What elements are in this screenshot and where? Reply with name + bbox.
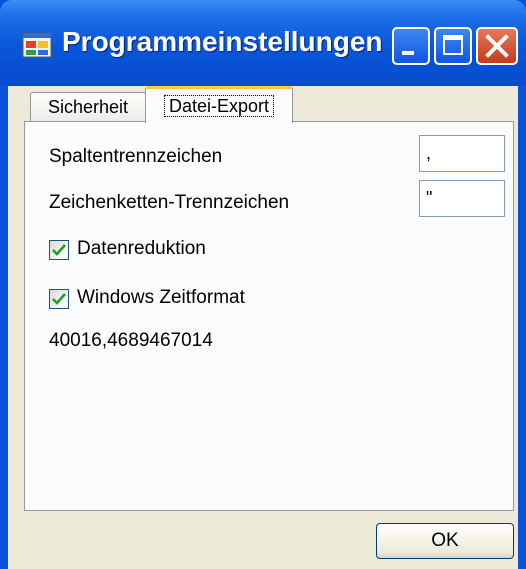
close-icon	[485, 34, 509, 58]
tab-label: Sicherheit	[47, 97, 129, 117]
tab-label: Datei-Export	[163, 95, 275, 117]
window-title: Programmeinstellungen	[62, 26, 383, 57]
tab-datei-export[interactable]: Datei-Export	[145, 86, 293, 123]
string-separator-label: Zeichenketten-Trennzeichen	[49, 192, 290, 213]
data-reduction-checkbox[interactable]	[49, 240, 69, 260]
string-separator-input[interactable]	[419, 180, 505, 217]
windows-time-format-checkbox[interactable]	[49, 289, 69, 309]
dialog-client-area: Sicherheit Datei-Export Spaltentrennzeic…	[8, 86, 518, 569]
title-bar[interactable]: Programmeinstellungen	[0, 0, 526, 86]
minimize-button[interactable]	[392, 27, 430, 65]
app-settings-icon	[22, 30, 52, 60]
dialog-window: Programmeinstellungen Sicherheit Datei-E…	[0, 0, 526, 569]
close-button[interactable]	[476, 27, 518, 65]
column-separator-label: Spaltentrennzeichen	[49, 146, 223, 167]
tab-panel: Spaltentrennzeichen Zeichenketten-Trennz…	[24, 121, 514, 511]
data-reduction-label: Datenreduktion	[77, 238, 206, 259]
column-separator-input[interactable]	[419, 135, 505, 172]
checkmark-icon	[52, 244, 66, 256]
time-value-text: 40016,4689467014	[49, 330, 213, 351]
checkmark-icon	[52, 293, 66, 305]
ok-button-label: OK	[431, 530, 459, 551]
maximize-button[interactable]	[434, 27, 472, 65]
minimize-icon	[402, 51, 414, 55]
maximize-icon	[443, 35, 463, 55]
ok-button[interactable]: OK	[376, 523, 514, 559]
windows-time-format-label: Windows Zeitformat	[77, 287, 245, 308]
tab-sicherheit[interactable]: Sicherheit	[30, 92, 146, 122]
